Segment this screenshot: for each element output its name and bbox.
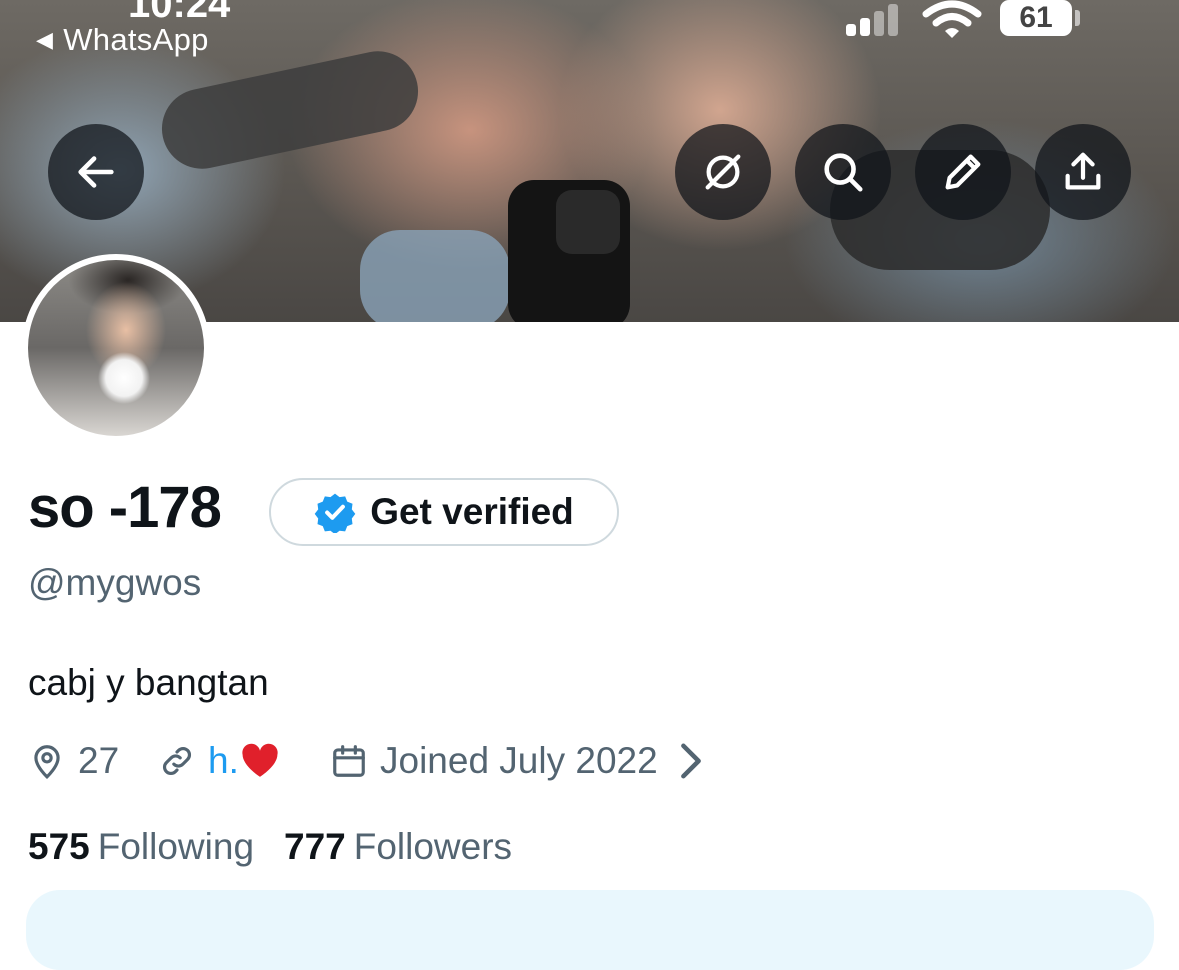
- get-verified-button[interactable]: Get verified: [269, 478, 619, 546]
- edit-icon: [945, 154, 981, 190]
- followers-count-link[interactable]: 777 Followers: [284, 826, 512, 868]
- banner-decor: [154, 43, 426, 177]
- share-icon: [1065, 152, 1101, 190]
- link-icon: [163, 747, 191, 775]
- profile-bio: cabj y bangtan: [28, 662, 269, 703]
- back-app-label: WhatsApp: [63, 22, 209, 57]
- battery-tip: [1075, 10, 1080, 26]
- user-handle: @mygwos: [28, 562, 202, 603]
- back-triangle-icon: ◀: [36, 27, 54, 52]
- back-to-app-link[interactable]: ◀ WhatsApp: [36, 22, 209, 58]
- following-count-link[interactable]: 575 Following: [28, 826, 254, 868]
- battery-level: 61: [1019, 1, 1053, 34]
- avatar-image: [28, 260, 204, 436]
- following-label: Following: [97, 826, 255, 867]
- status-bar: 10:24 ◀ WhatsApp 61: [0, 0, 1179, 60]
- followers-count: 777: [284, 826, 346, 867]
- back-button[interactable]: [48, 124, 144, 220]
- banner-decor: [360, 230, 510, 322]
- promo-card[interactable]: [26, 890, 1154, 970]
- search-button[interactable]: [795, 124, 891, 220]
- display-name: so -178: [28, 475, 222, 540]
- red-heart-icon: [242, 743, 278, 777]
- search-icon: [824, 153, 863, 192]
- followers-label: Followers: [353, 826, 513, 867]
- join-date-text: Joined July 2022: [380, 740, 658, 781]
- profile-avatar[interactable]: [22, 254, 210, 442]
- location-pin-icon: [34, 745, 60, 779]
- profile-location: 27: [28, 738, 119, 784]
- grok-icon: [705, 154, 741, 190]
- profile-join-date[interactable]: Joined July 2022: [330, 738, 722, 784]
- edit-button[interactable]: [915, 124, 1011, 220]
- cellular-signal-icon: [846, 4, 906, 36]
- back-arrow-icon: [78, 156, 114, 188]
- wifi-icon: [922, 0, 982, 38]
- grok-button[interactable]: [675, 124, 771, 220]
- chevron-right-icon: [680, 743, 701, 779]
- location-text: 27: [78, 740, 120, 781]
- battery-icon: 61: [1000, 0, 1072, 36]
- profile-website[interactable]: h.: [158, 738, 291, 784]
- banner-decor: [556, 190, 620, 254]
- share-button[interactable]: [1035, 124, 1131, 220]
- verified-badge-icon: [314, 493, 356, 533]
- website-link[interactable]: h.: [208, 740, 239, 782]
- following-count: 575: [28, 826, 90, 867]
- calendar-icon: [333, 745, 365, 777]
- get-verified-label: Get verified: [370, 491, 574, 532]
